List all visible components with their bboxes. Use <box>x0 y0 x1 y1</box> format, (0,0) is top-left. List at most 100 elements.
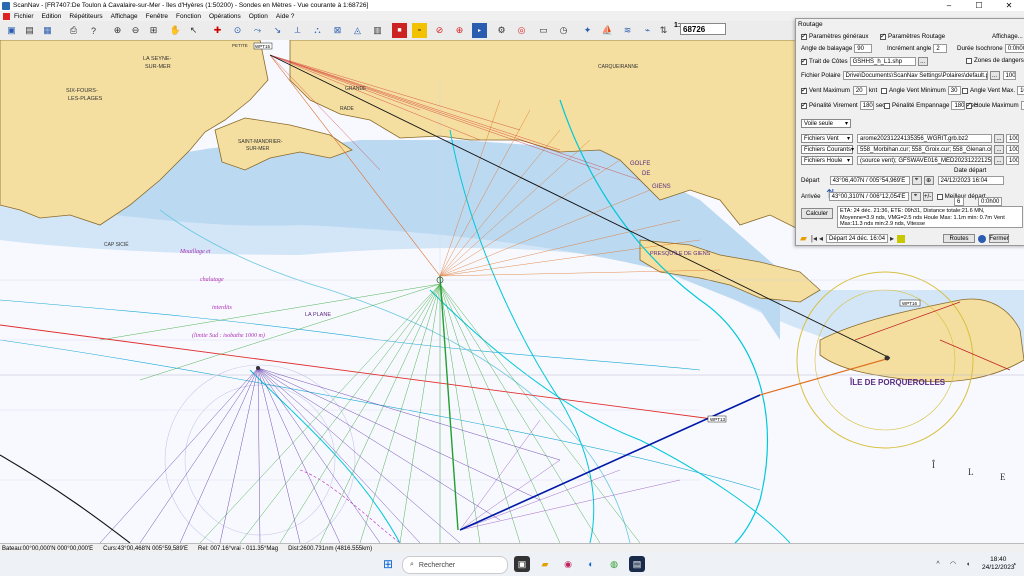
alarm-icon[interactable]: ⊘ <box>432 23 447 38</box>
print-icon[interactable]: ⎙ <box>66 23 81 38</box>
step-input[interactable]: 6 <box>954 197 964 206</box>
display-button-label[interactable]: Affichage... <box>992 33 1023 40</box>
current-percent-input[interactable]: 100 <box>1006 145 1019 154</box>
checkbox-icon[interactable] <box>801 86 807 94</box>
wind-icon[interactable]: ≋ <box>620 23 635 38</box>
tack-penalty-input[interactable]: 180 <box>859 101 874 110</box>
search-box[interactable]: ⌕ Rechercher <box>402 556 508 574</box>
checkbox-icon[interactable] <box>881 87 887 94</box>
coast-browse-button[interactable]: ... <box>917 57 928 66</box>
arrival-input[interactable]: 43°00,310'N / 006°12,054'E <box>828 192 909 201</box>
mob-icon[interactable]: ⊕ <box>452 23 467 38</box>
wind-max-angle-input[interactable]: 165 <box>1017 86 1024 95</box>
arrival-plus-icon[interactable]: +/- <box>922 192 933 201</box>
ais-icon[interactable]: ■ <box>392 23 407 38</box>
checkbox-icon[interactable] <box>936 193 943 200</box>
zoom-out-icon[interactable]: ⊖ <box>128 23 143 38</box>
gybe-penalty-input[interactable]: 180 <box>951 101 966 110</box>
log-icon[interactable]: ▭ <box>536 23 551 38</box>
arrival-pick-icon[interactable]: ⌖ <box>910 192 921 201</box>
route-network-icon[interactable]: ⛬ <box>310 23 325 38</box>
general-params-check[interactable]: Paramètres généraux <box>801 32 869 40</box>
maximize-icon[interactable]: ☐ <box>964 0 994 11</box>
menu-fonction[interactable]: Fonction <box>172 13 205 20</box>
swell-file-input[interactable]: (source vent); GFSWAVE016_MED20231222125… <box>857 156 992 165</box>
route-params-check[interactable]: Paramètres Routage <box>880 32 945 40</box>
menu-operations[interactable]: Opérations <box>205 13 245 20</box>
edge-browser-icon[interactable]: ◐ <box>583 556 599 572</box>
settings-icon[interactable]: ⚙ <box>494 23 509 38</box>
scale-input[interactable]: 68726 <box>680 23 726 35</box>
compass-icon[interactable]: ✦ <box>580 23 595 38</box>
swell-percent-input[interactable]: 100 <box>1006 156 1019 165</box>
checkbox-icon[interactable] <box>801 32 807 40</box>
step-duration-input[interactable]: 0:0h00 <box>978 197 1002 206</box>
arrows-icon[interactable]: ⇅ <box>656 23 671 38</box>
info-icon[interactable] <box>897 234 906 243</box>
chart-list-icon[interactable]: ▦ <box>40 23 55 38</box>
current-file-input[interactable]: 558_Morbihan.cur; 558_Groix.cur; 558_Gle… <box>857 145 992 154</box>
waypoint-icon[interactable]: ⊙ <box>230 23 245 38</box>
pan-hand-icon[interactable]: ✋ <box>168 23 183 38</box>
menu-fichier[interactable]: Fichier <box>10 13 38 20</box>
zoom-region-icon[interactable]: ⊞ <box>146 23 161 38</box>
scannav-task-icon[interactable]: ▤ <box>629 556 645 572</box>
tide-icon[interactable]: ≈ <box>412 23 427 38</box>
nav-icon[interactable]: ▸ <box>472 23 487 38</box>
mark-icon[interactable]: ✚ <box>210 23 225 38</box>
wind-percent-input[interactable]: 100 <box>1006 134 1019 143</box>
folder-icon[interactable]: ▰ <box>800 233 807 244</box>
close-button[interactable]: Fermer <box>989 234 1010 243</box>
departure-date-input[interactable]: 24/12/2023 16:04 <box>937 176 1004 185</box>
menu-aide[interactable]: Aide ? <box>272 13 298 20</box>
route-icon[interactable]: ⤳ <box>250 23 265 38</box>
menu-option[interactable]: Option <box>245 13 272 20</box>
wind-min-angle-input[interactable]: 30 <box>947 86 961 95</box>
minimize-icon[interactable]: – <box>934 0 964 11</box>
wind-file-input[interactable]: arome20231224135356_WGRIT.grb.bz2 <box>857 134 992 143</box>
close-icon[interactable]: ✕ <box>994 0 1024 11</box>
network-icon[interactable]: ◠ <box>945 556 961 572</box>
grid-icon[interactable]: ⊠ <box>330 23 345 38</box>
increment-input[interactable]: 2 <box>933 44 948 53</box>
bottom-departure-field[interactable]: Départ 24 déc. 16:04 <box>826 234 889 243</box>
compute-button[interactable]: Calculer <box>801 208 833 219</box>
sail-select[interactable]: Voile seule ▾ <box>801 119 851 128</box>
waypoint-dot[interactable] <box>256 366 260 370</box>
checkbox-icon[interactable] <box>884 102 890 109</box>
polar-percent-input[interactable]: 100 <box>1002 71 1016 80</box>
menu-fenetre[interactable]: Fenêtre <box>142 13 172 20</box>
task-view-icon[interactable]: ▣ <box>514 556 530 572</box>
wind-files-select[interactable]: Fichiers Vent ▾ <box>801 134 853 143</box>
windows-start-icon[interactable]: ⊞ <box>380 556 396 572</box>
globe-icon[interactable] <box>978 234 987 243</box>
lifebuoy-icon[interactable]: ◎ <box>514 23 529 38</box>
current-files-select[interactable]: Fichiers Courants ▾ <box>801 145 854 154</box>
swell-browse-button[interactable]: ... <box>994 156 1004 165</box>
prev-icon[interactable]: ◂ <box>819 234 823 243</box>
departure-input[interactable]: 43°06,407N / 005°54,969'E <box>829 176 910 185</box>
checkbox-icon[interactable] <box>966 57 972 64</box>
checkbox-icon[interactable] <box>962 87 968 94</box>
speaker-icon[interactable]: ◖ <box>960 556 976 572</box>
instrument-icon[interactable]: ◷ <box>556 23 571 38</box>
menu-repetiteurs[interactable]: Répétiteurs <box>65 13 106 20</box>
chrome-icon[interactable]: ◍ <box>606 556 622 572</box>
checkbox-icon[interactable] <box>801 101 807 109</box>
swell-files-select[interactable]: Fichiers Houle ▾ <box>801 156 853 165</box>
boat-icon[interactable]: ⛵ <box>600 23 615 38</box>
layers-icon[interactable]: ▥ <box>370 23 385 38</box>
track-icon[interactable]: ↘ <box>270 23 285 38</box>
next-icon[interactable]: ▸ <box>890 234 894 243</box>
zoom-in-icon[interactable]: ⊕ <box>110 23 125 38</box>
checkbox-icon[interactable] <box>880 32 886 40</box>
danger-row[interactable]: Zones de dangers <box>966 57 1024 64</box>
isochrone-input[interactable]: 0:0h00 <box>1004 44 1024 53</box>
polar-browse-button[interactable]: ... <box>989 71 1000 80</box>
menu-edition[interactable]: Edition <box>38 13 66 20</box>
wind-browse-button[interactable]: ... <box>994 134 1004 143</box>
save-icon[interactable]: ▤ <box>22 23 37 38</box>
menu-affichage[interactable]: Affichage <box>107 13 142 20</box>
sextant-icon[interactable]: ◬ <box>350 23 365 38</box>
document-icon[interactable] <box>3 12 10 20</box>
